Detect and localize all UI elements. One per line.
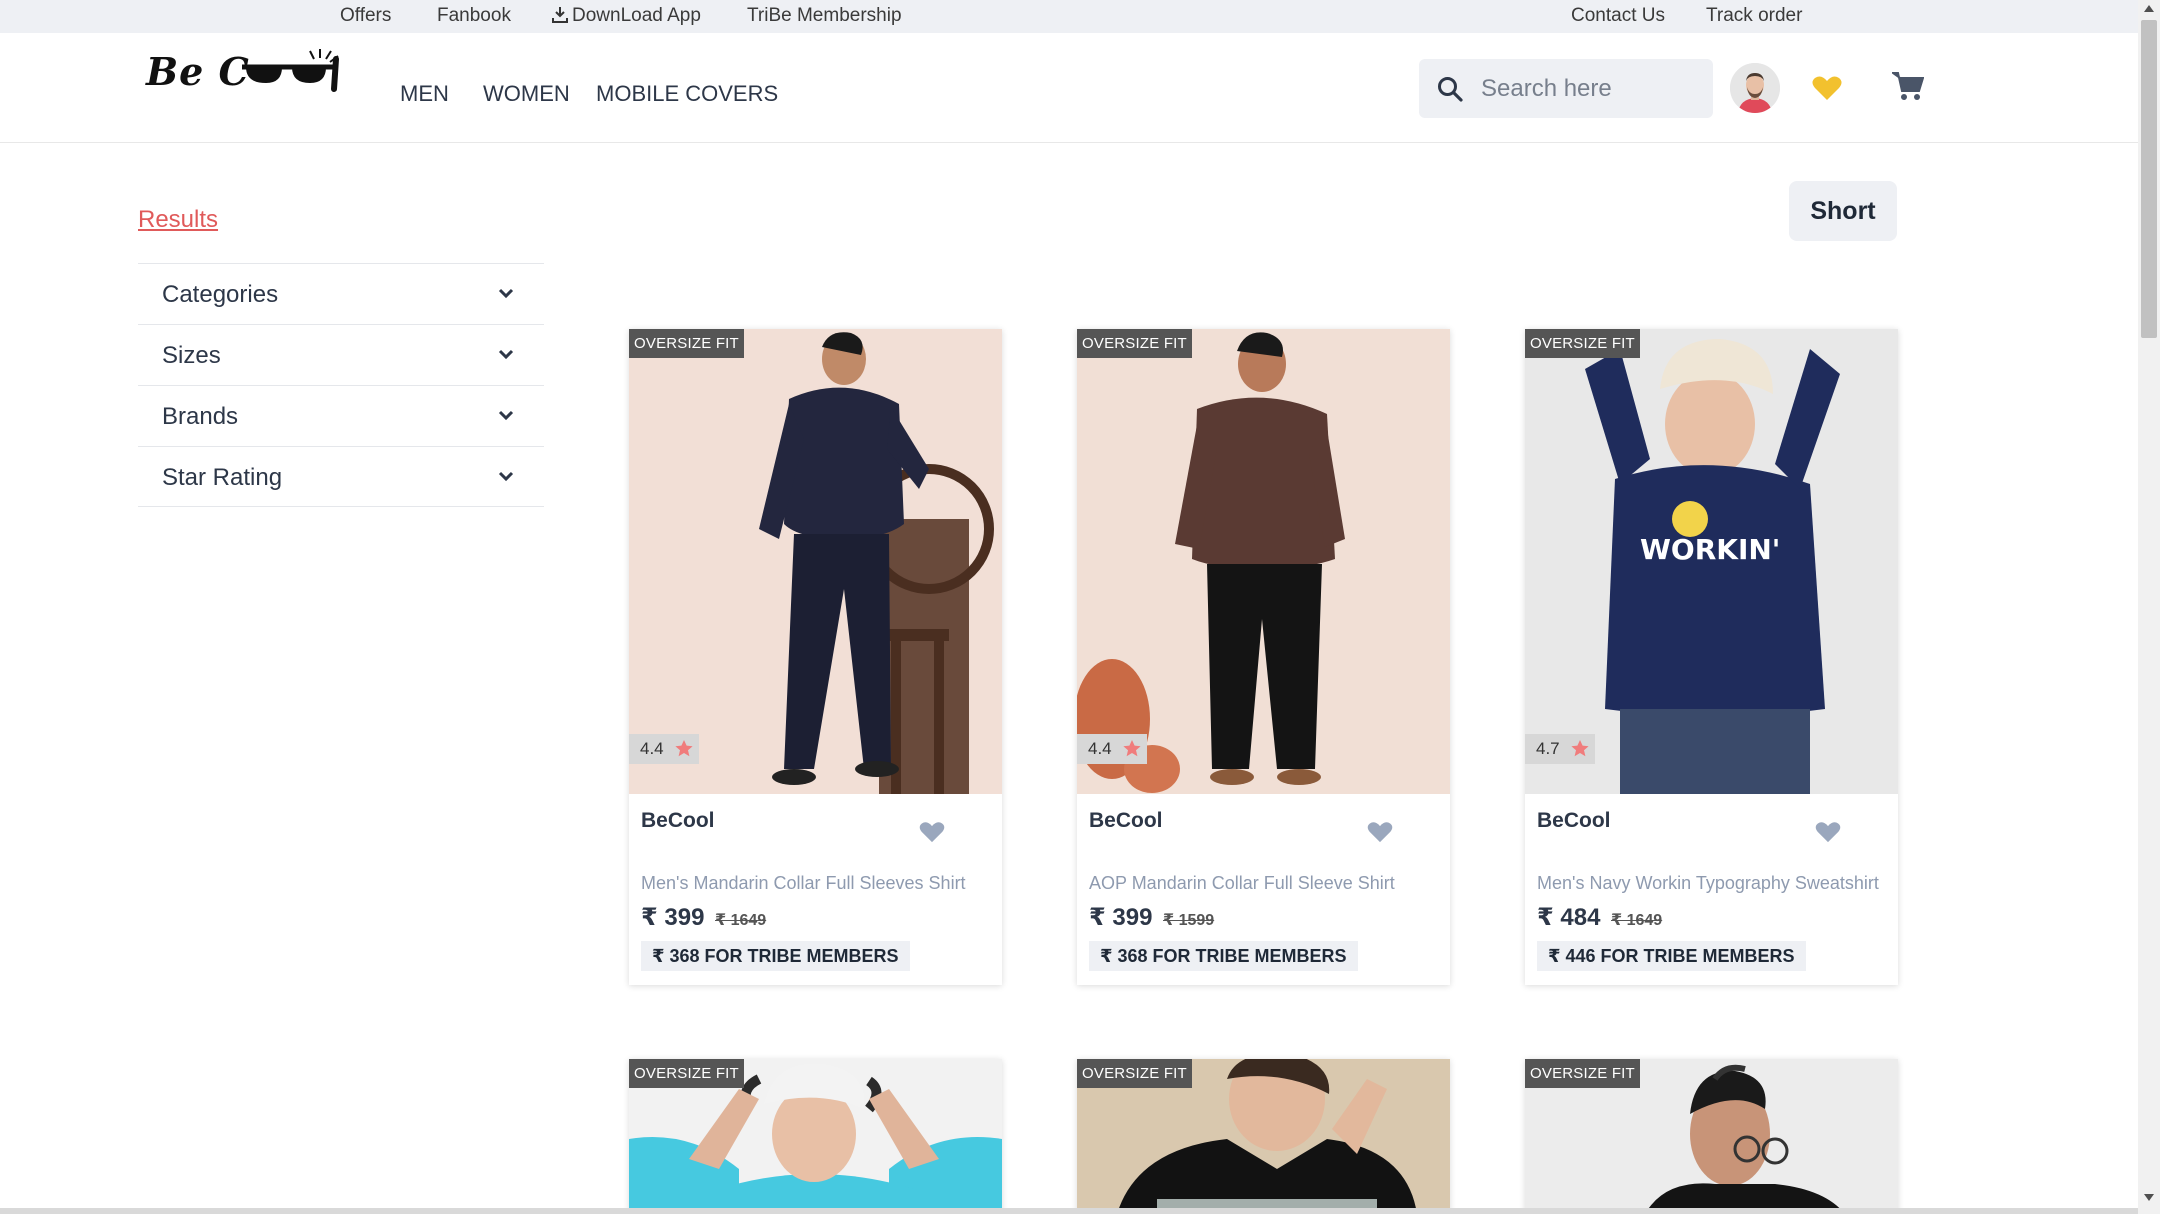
tribe-price-tag: ₹ 368 FOR TRIBE MEMBERS [641,941,910,971]
fanbook-link[interactable]: Fanbook [437,5,511,27]
product-image[interactable] [1077,329,1450,794]
filter-brands[interactable]: Brands [138,385,544,446]
product-mrp: ₹ 1649 [715,912,767,929]
product-card[interactable]: OVERSIZE FIT [1525,1059,1898,1214]
product-brand: BeCool [1089,809,1163,832]
product-card[interactable]: WORKIN' OVERSIZE FIT 4.7 BeCool Men's Na… [1525,329,1898,985]
scroll-down-arrow-icon[interactable] [2144,1194,2154,1201]
filter-label: Brands [162,403,239,430]
wishlist-heart-icon[interactable] [1812,75,1842,101]
rating-badge: 4.4 [1077,734,1147,764]
rating-badge: 4.7 [1525,734,1595,764]
nav-mobile-covers[interactable]: MOBILE COVERS [596,81,778,107]
product-price: ₹ 399 [1089,904,1153,931]
product-card[interactable]: OVERSIZE FIT [629,1059,1002,1214]
sort-button[interactable]: Short [1789,181,1897,241]
sunglasses-logo-icon [242,49,339,92]
product-name[interactable]: Men's Mandarin Collar Full Sleeves Shirt [641,873,996,894]
search-input[interactable] [1481,69,1701,109]
logo[interactable]: Be C [146,45,346,105]
page-bottom-edge [0,1208,2138,1214]
rating-badge: 4.4 [629,734,699,764]
contact-us-link[interactable]: Contact Us [1571,5,1665,27]
product-brand: BeCool [641,809,715,832]
filter-label: Sizes [162,342,221,369]
rating-value: 4.4 [640,739,664,758]
product-photo-navy-sweatshirt: WORKIN' [1585,339,1840,794]
download-icon [552,7,568,23]
oversize-fit-badge: OVERSIZE FIT [1077,329,1192,358]
top-strip: Offers Fanbook DownLoad App TriBe Member… [0,0,2138,33]
product-brand: BeCool [1537,809,1611,832]
chevron-down-icon [498,471,514,482]
oversize-fit-badge: OVERSIZE FIT [1077,1059,1192,1088]
header: Be C MEN WOMEN MOBILE COVERS [0,33,2138,143]
scroll-up-arrow-icon[interactable] [2144,5,2154,12]
offers-link[interactable]: Offers [340,5,391,27]
product-photo-brown-shirt-man [1077,332,1345,793]
filter-label: Star Rating [162,464,283,491]
search-icon[interactable] [1437,76,1463,102]
tribe-price-tag: ₹ 368 FOR TRIBE MEMBERS [1089,941,1358,971]
wishlist-heart-icon[interactable] [1815,821,1841,843]
download-app-label: DownLoad App [572,5,701,26]
tribe-price-tag: ₹ 446 FOR TRIBE MEMBERS [1537,941,1806,971]
filter-sizes[interactable]: Sizes [138,324,544,385]
logo-text: Be C [146,49,250,94]
tribe-membership-link[interactable]: TriBe Membership [747,5,902,27]
product-image[interactable] [629,329,1002,794]
star-icon [675,740,693,757]
results-link[interactable]: Results [138,206,218,234]
nav-women[interactable]: WOMEN [483,81,570,107]
star-icon [1571,740,1589,757]
search-box [1419,59,1713,118]
user-avatar-icon [1730,63,1780,113]
rating-value: 4.7 [1536,739,1560,758]
chevron-down-icon [498,349,514,360]
track-order-link[interactable]: Track order [1706,5,1802,27]
product-price: ₹ 399 [641,904,705,931]
filter-star-rating[interactable]: Star Rating [138,446,544,507]
oversize-fit-badge: OVERSIZE FIT [1525,1059,1640,1088]
chevron-down-icon [498,410,514,421]
product-card[interactable]: OVERSIZE FIT [1077,1059,1450,1214]
svg-text:WORKIN': WORKIN' [1640,533,1780,566]
avatar[interactable] [1730,63,1780,113]
cart-icon[interactable] [1892,71,1924,101]
product-mrp: ₹ 1599 [1163,912,1215,929]
product-image[interactable]: WORKIN' [1525,329,1898,794]
wishlist-heart-icon[interactable] [1367,821,1393,843]
product-price: ₹ 484 [1537,904,1601,931]
scrollbar-thumb[interactable] [2141,20,2157,338]
oversize-fit-badge: OVERSIZE FIT [629,329,744,358]
product-name[interactable]: AOP Mandarin Collar Full Sleeve Shirt [1089,873,1444,894]
rating-value: 4.4 [1088,739,1112,758]
product-card[interactable]: OVERSIZE FIT 4.4 BeCool AOP Mandarin Col… [1077,329,1450,985]
download-app-link[interactable]: DownLoad App [552,5,701,27]
product-name[interactable]: Men's Navy Workin Typography Sweatshirt [1537,873,1892,894]
vertical-scrollbar[interactable] [2138,0,2160,1214]
product-mrp: ₹ 1649 [1611,912,1663,929]
filter-label: Categories [162,281,279,308]
chevron-down-icon [498,288,514,299]
product-card[interactable]: OVERSIZE FIT 4.4 BeCool Men's Mandarin C… [629,329,1002,985]
star-icon [1123,740,1141,757]
filter-categories[interactable]: Categories [138,263,544,324]
oversize-fit-badge: OVERSIZE FIT [1525,329,1640,358]
filter-panel: Categories Sizes Brands Star Rating [138,263,544,507]
wishlist-heart-icon[interactable] [919,821,945,843]
oversize-fit-badge: OVERSIZE FIT [629,1059,744,1088]
product-photo-shirt-man [759,332,994,794]
nav-men[interactable]: MEN [400,81,449,107]
